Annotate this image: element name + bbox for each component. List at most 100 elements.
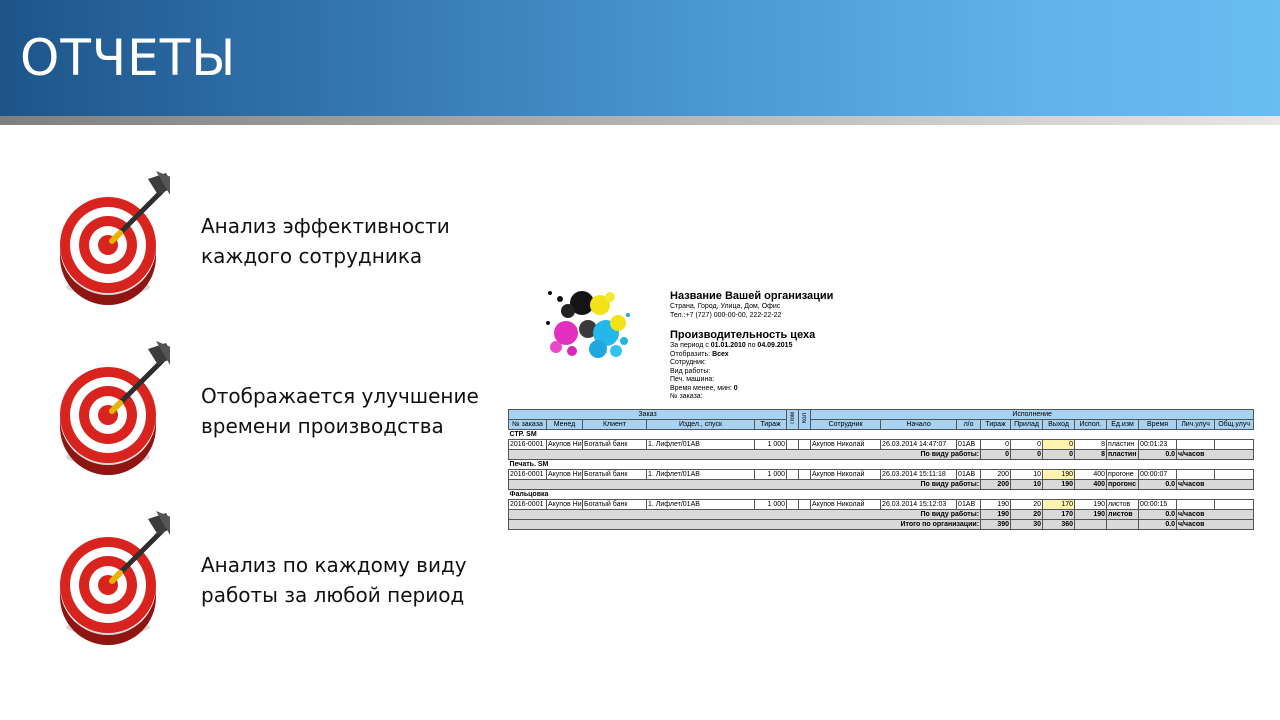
cell: 0 xyxy=(1010,449,1044,460)
org-phone: Тел.:+7 (727) 000-00-00, 222-22-22 xyxy=(670,311,782,319)
col-vert-2: Кол xyxy=(798,409,812,430)
cell: 1. Лифлет/01АВ xyxy=(646,469,755,480)
column-header: Время xyxy=(1138,419,1178,430)
bullet-text-2: Отображается улучшение времени производс… xyxy=(201,381,491,441)
header-divider xyxy=(0,116,1280,125)
cell: 170 xyxy=(1042,509,1076,520)
cell xyxy=(1176,439,1216,450)
column-header: л/о xyxy=(956,419,982,430)
cell xyxy=(786,469,800,480)
column-header: Испол. xyxy=(1074,419,1108,430)
section-name: СТР. SM xyxy=(508,429,1254,440)
column-header: Издел., спуск xyxy=(646,419,755,430)
cell: листов xyxy=(1106,509,1140,520)
filter-work-type: Вид работы: xyxy=(670,367,711,375)
cell: 0.0 xyxy=(1138,519,1178,530)
cell: пластин xyxy=(1106,439,1140,450)
cell: 2016-0001 xyxy=(508,469,547,480)
period-from: 01.01.2010 xyxy=(710,342,746,349)
report-preview: Название Вашей организации Страна, Город… xyxy=(507,285,1255,535)
group-order: Заказ xyxy=(507,409,788,420)
time-label: Время менее, мин: xyxy=(670,384,732,392)
column-header: Клиент xyxy=(582,419,647,430)
cell: 8 xyxy=(1074,449,1108,460)
table-group-header: Заказ Пом Кол Исполнение xyxy=(507,409,1255,430)
cell: 190 xyxy=(1074,499,1108,510)
cell: 26.03.2014 15:11:18 xyxy=(880,469,958,480)
report-period: За период с 01.01.2010 по 04.09.2015 xyxy=(670,342,833,351)
bullet-line: Анализ эффективности xyxy=(201,214,450,238)
cell: ч/часов xyxy=(1176,509,1255,520)
cell: 400 xyxy=(1074,479,1108,490)
filter-order: № заказа: xyxy=(670,393,703,400)
cell: ч/часов xyxy=(1176,519,1255,530)
cell: Богатый банк xyxy=(582,469,647,480)
cell xyxy=(1074,519,1108,530)
target-icon xyxy=(60,341,170,475)
cell: 26.03.2014 15:12:03 xyxy=(880,499,958,510)
cell: 10 xyxy=(1010,479,1044,490)
cell: 360 xyxy=(1042,519,1076,530)
section-header: Печать. SM xyxy=(508,459,1254,470)
slide-title: ОТЧЕТЫ xyxy=(20,29,237,87)
cell: Богатый банк xyxy=(582,439,647,450)
cell: Акупов Николай xyxy=(810,469,882,480)
cell xyxy=(1214,439,1255,450)
target-icon xyxy=(60,511,170,645)
subtotal-row: По виду работы: 0 0 0 8 пластин 0.0 ч/ча… xyxy=(507,449,1255,460)
cell: прогонс xyxy=(1106,479,1140,490)
cell: ч/часов xyxy=(1176,449,1255,460)
bullet-text-1: Анализ эффективности каждого сотрудника xyxy=(201,211,491,271)
cell: 1 000 xyxy=(753,499,788,510)
cell: 2016-0001 xyxy=(508,439,547,450)
cell: Акупов Ни xyxy=(546,469,583,480)
cell xyxy=(798,469,812,480)
cell: 190 xyxy=(980,499,1012,510)
cell: 400 xyxy=(1074,469,1108,480)
cell xyxy=(786,439,800,450)
column-header: Прилад xyxy=(1010,419,1044,430)
cell: 20 xyxy=(1010,499,1044,510)
cell: 01АВ xyxy=(956,469,982,480)
cell: 0.0 xyxy=(1138,479,1178,490)
cell: 30 xyxy=(1010,519,1044,530)
filter-press: Печ. машина: xyxy=(670,376,715,383)
cell: 01АВ xyxy=(956,439,982,450)
cell: 1. Лифлет/01АВ xyxy=(646,499,755,510)
bullet-line: Анализ по каждому виду xyxy=(201,553,467,577)
display-label: Отобразить: xyxy=(670,350,711,358)
column-header: Ед.изм xyxy=(1106,419,1140,430)
cell xyxy=(1214,499,1255,510)
cell: 390 xyxy=(980,519,1012,530)
bullet-line: Отображается улучшение xyxy=(201,384,479,408)
cell xyxy=(1176,499,1216,510)
cell: 8 xyxy=(1074,439,1108,450)
cell: 1 000 xyxy=(753,469,788,480)
cell: 190 xyxy=(1074,509,1108,520)
cell: 0 xyxy=(1010,439,1044,450)
column-header: № заказа xyxy=(508,419,547,430)
report-table: Заказ Пом Кол Исполнение № заказа Менед … xyxy=(507,409,1255,530)
column-header: Выход xyxy=(1042,419,1076,430)
cell: Акупов Ни xyxy=(546,499,583,510)
period-mid: по xyxy=(747,342,756,349)
subtotal-row: По виду работы: 200 10 190 400 прогонс 0… xyxy=(507,479,1255,490)
display-value: Всех xyxy=(712,350,729,358)
table-row: 2016-0001 Акупов Ни Богатый банк 1. Лифл… xyxy=(508,439,1255,450)
ink-splash-logo xyxy=(546,291,630,358)
cell: 01АВ xyxy=(956,499,982,510)
target-icon xyxy=(60,171,170,305)
cell: 2016-0001 xyxy=(508,499,547,510)
cell: Богатый банк xyxy=(582,499,647,510)
subtotal-row: По виду работы: 190 20 170 190 листов 0.… xyxy=(507,509,1255,520)
cell: Акупов Николай xyxy=(810,439,882,450)
vert-label: Пом xyxy=(789,412,796,424)
column-header: Тираж xyxy=(753,419,788,430)
bullet-text-3: Анализ по каждому виду работы за любой п… xyxy=(201,550,491,610)
cell xyxy=(1214,469,1255,480)
cell: Акупов Николай xyxy=(810,499,882,510)
table-row: 2016-0001 Акупов Ни Богатый банк 1. Лифл… xyxy=(508,499,1255,510)
section-name: Фальцовка xyxy=(508,489,1254,500)
table-column-header: № заказа Менед Клиент Издел., спуск Тира… xyxy=(508,419,1255,430)
group-exec: Исполнение xyxy=(810,409,1255,420)
